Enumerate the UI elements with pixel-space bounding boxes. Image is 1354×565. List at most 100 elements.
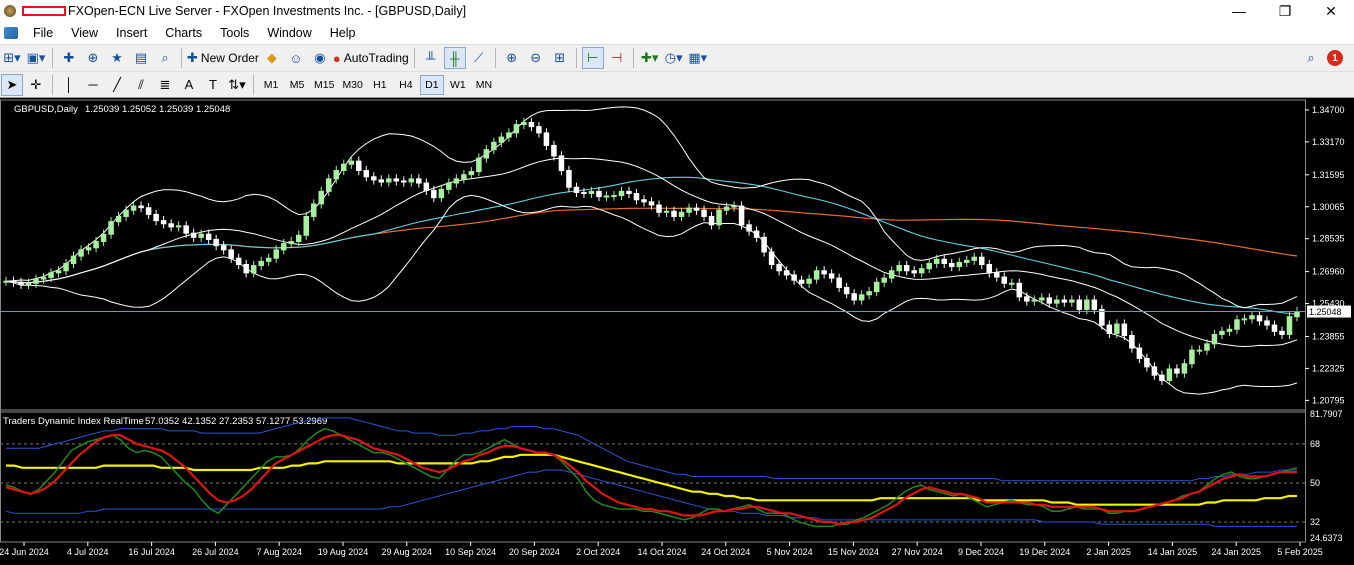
- time-axis-label: 26 Jul 2024: [192, 547, 239, 557]
- timeframe-d1[interactable]: D1: [419, 74, 444, 95]
- bar-chart-icon[interactable]: ╨: [420, 47, 442, 69]
- candle-body: [288, 241, 294, 245]
- candle: [108, 217, 114, 239]
- arrows-icon[interactable]: ⇅▾: [226, 74, 248, 96]
- chart-window-icon[interactable]: [4, 27, 18, 39]
- chart-shift-icon[interactable]: ⊣: [606, 47, 628, 69]
- candle-body: [941, 258, 947, 264]
- candle-body: [663, 210, 670, 213]
- indicators-icon[interactable]: ✚▾: [639, 47, 661, 69]
- timeframe-m1[interactable]: M1: [259, 75, 283, 95]
- candle: [318, 186, 324, 209]
- fibonacci-icon[interactable]: ≣: [154, 74, 176, 96]
- timeframe-mn[interactable]: MN: [472, 75, 496, 95]
- price-axis-label: 1.20795: [1312, 395, 1345, 405]
- autoscroll-icon[interactable]: ⊢: [581, 47, 604, 69]
- equidistant-channel-icon[interactable]: ⫽: [130, 74, 152, 96]
- candle-body: [686, 207, 692, 213]
- candle-body: [1144, 357, 1150, 368]
- candle-body: [363, 170, 370, 178]
- profiles-icon[interactable]: ▣▾: [25, 47, 47, 69]
- candle-body: [701, 209, 707, 217]
- time-axis-label: 5 Feb 2025: [1277, 547, 1323, 557]
- candle: [446, 178, 452, 194]
- candle: [175, 221, 182, 232]
- candle-body: [633, 192, 640, 201]
- terminal-icon[interactable]: ▤: [130, 47, 152, 69]
- candle-body: [243, 264, 249, 274]
- candle: [205, 229, 212, 245]
- signals-icon[interactable]: ◉: [309, 47, 331, 69]
- menu-insert[interactable]: Insert: [107, 26, 156, 40]
- candle-body: [325, 178, 332, 192]
- candle: [948, 258, 955, 272]
- strategy-tester-icon[interactable]: ⌕: [154, 47, 176, 69]
- candle: [979, 252, 985, 270]
- close-button[interactable]: ✕: [1308, 0, 1354, 22]
- candle-body: [1181, 363, 1188, 374]
- market-watch-icon[interactable]: ✚: [58, 47, 80, 69]
- candle: [1054, 295, 1060, 308]
- price-axis-label: 1.28535: [1312, 234, 1345, 244]
- navigator-icon[interactable]: ★: [106, 47, 128, 69]
- trendline-icon[interactable]: ╱: [106, 74, 128, 96]
- candle: [843, 282, 850, 299]
- menu-view[interactable]: View: [62, 26, 107, 40]
- menu-file[interactable]: File: [24, 26, 62, 40]
- candle: [408, 174, 415, 187]
- timeframe-m5[interactable]: M5: [285, 75, 309, 95]
- minimize-button[interactable]: —: [1216, 0, 1262, 22]
- timeframe-m15[interactable]: M15: [311, 75, 337, 95]
- candle-body: [581, 191, 587, 194]
- restore-button[interactable]: ❐: [1262, 0, 1308, 22]
- line-chart-icon[interactable]: ⟋: [468, 47, 490, 69]
- notifications-button[interactable]: 1: [1324, 47, 1346, 69]
- text-label-icon[interactable]: T: [202, 74, 224, 96]
- candle-body: [963, 259, 970, 263]
- horizontal-line-icon[interactable]: ─: [82, 74, 104, 96]
- timeframe-h1[interactable]: H1: [368, 75, 392, 95]
- candle: [963, 255, 970, 268]
- community-icon[interactable]: ☺: [285, 47, 307, 69]
- menu-window[interactable]: Window: [258, 26, 320, 40]
- chart-window[interactable]: GBPUSD,Daily 1.25039 1.25052 1.25039 1.2…: [0, 98, 1354, 565]
- chart-canvas[interactable]: GBPUSD,Daily 1.25039 1.25052 1.25039 1.2…: [0, 98, 1354, 565]
- candlestick-chart-icon[interactable]: ╫: [443, 47, 466, 69]
- candle-body: [401, 180, 407, 183]
- zoom-in-icon[interactable]: ⊕: [501, 47, 523, 69]
- search-icon[interactable]: ⌕: [1300, 47, 1322, 69]
- candle-body: [836, 277, 842, 288]
- cursor-icon[interactable]: ➤: [1, 73, 23, 96]
- menu-tools[interactable]: Tools: [211, 26, 258, 40]
- zoom-out-icon[interactable]: ⊖: [525, 47, 547, 69]
- tdi-axis-label: 32: [1310, 517, 1320, 527]
- autotrading-button[interactable]: ● AutoTrading: [333, 47, 409, 69]
- text-icon[interactable]: A: [178, 74, 200, 96]
- periods-icon[interactable]: ◷▾: [663, 47, 685, 69]
- templates-icon[interactable]: ▦▾: [687, 47, 709, 69]
- timeframe-h4[interactable]: H4: [394, 75, 418, 95]
- timeframe-w1[interactable]: W1: [446, 75, 470, 95]
- new-chart-icon[interactable]: ⊞▾: [1, 47, 23, 69]
- timeframe-m30[interactable]: M30: [339, 75, 365, 95]
- menu-charts[interactable]: Charts: [156, 26, 211, 40]
- candle-body: [813, 270, 820, 280]
- new-order-button[interactable]: ✚ New Order: [187, 47, 259, 69]
- tdi-indicator-name: Traders Dynamic Index RealTime: [3, 416, 144, 427]
- menu-help[interactable]: Help: [321, 26, 365, 40]
- candle: [1129, 330, 1135, 353]
- data-window-icon[interactable]: ⊕: [82, 47, 104, 69]
- candle-body: [761, 236, 767, 253]
- meta-editor-icon[interactable]: ◆: [261, 47, 283, 69]
- candle-body: [1196, 349, 1203, 352]
- candle-body: [933, 258, 940, 264]
- candle: [918, 264, 925, 278]
- vertical-line-icon[interactable]: │: [58, 74, 80, 96]
- candle: [851, 289, 857, 305]
- candle-body: [1174, 368, 1180, 374]
- candle-body: [453, 178, 460, 184]
- candle: [551, 140, 557, 161]
- crosshair-icon[interactable]: ✛: [25, 74, 47, 96]
- tile-windows-icon[interactable]: ⊞: [549, 47, 571, 69]
- candle-body: [1001, 276, 1008, 284]
